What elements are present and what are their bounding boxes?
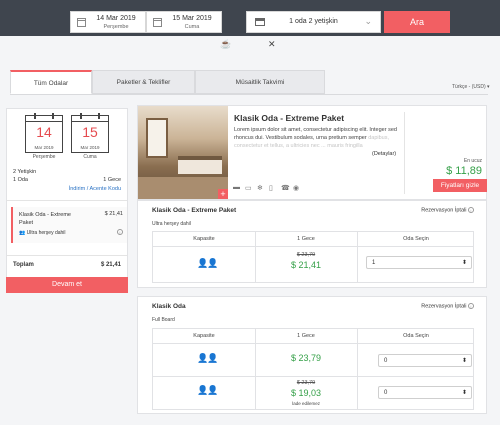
checkout-day-number: 15 xyxy=(82,124,98,140)
room-title: Klasik Oda - Extreme Paket xyxy=(152,207,237,214)
toolbar-icons: ☕ ✕ xyxy=(0,39,500,51)
selected-room-board: 👥 Ultra herşey dahil xyxy=(19,230,66,236)
no-pets-icon[interactable]: ✕ xyxy=(268,39,276,50)
checkin-weekday: Perşembe xyxy=(32,154,56,160)
plus-icon[interactable]: + xyxy=(218,189,228,199)
calendar-icon xyxy=(77,18,86,27)
checkin-month-year: Mar 2019 xyxy=(34,145,54,150)
rooms-guests-value: 1 oda 2 yetişkin xyxy=(289,18,338,25)
room-card-title: Klasik Oda - Extreme Paket xyxy=(234,113,345,123)
checkout-weekday: Cuma xyxy=(83,154,97,160)
tab-availability-calendar[interactable]: Müsaitlik Takvimi xyxy=(195,70,325,94)
from-label: En ucuz xyxy=(463,158,482,164)
breakfast-icon[interactable]: ☕ xyxy=(220,39,231,50)
capacity-icon: 👤👤 xyxy=(197,385,218,395)
checkin-date: 14 Mar 2019 xyxy=(96,15,136,22)
discount-code-link[interactable]: İndirim / Acente Kodu xyxy=(69,186,121,192)
room-quantity-select[interactable]: 0 ⬍ xyxy=(378,386,472,399)
room-option: Klasik Oda - Extreme Paket Ultra herşey … xyxy=(137,200,487,288)
details-link[interactable]: (Detaylar) xyxy=(372,151,396,157)
tab-bar: Tüm Odalar Paketler & Teklifler Müsaitli… xyxy=(10,70,325,94)
info-icon[interactable]: i xyxy=(117,229,123,235)
tab-packages[interactable]: Paketler & Teklifler xyxy=(92,70,195,94)
info-icon: i xyxy=(468,207,474,213)
room-card: + Klasik Oda - Extreme Paket Lorem ipsum… xyxy=(137,105,487,200)
tab-all-rooms[interactable]: Tüm Odalar xyxy=(10,70,92,94)
location-icon: ◉ xyxy=(293,185,300,192)
room-board: Full Board xyxy=(152,317,175,323)
from-price: $ 11,89 xyxy=(446,165,482,177)
cancellation-link[interactable]: Rezervasyon İptali i xyxy=(421,303,474,309)
checkin-day-number: 14 xyxy=(36,124,52,140)
checkout-day: Cuma xyxy=(184,24,200,30)
people-icon: 👥 xyxy=(19,230,26,236)
divider xyxy=(7,200,127,201)
price: $ 23,79 xyxy=(290,353,322,363)
language-currency-select[interactable]: Türkçe - (USD) ▾ xyxy=(452,84,490,90)
room-rate-table: Kapasite 1 Gece Oda Seçin 👤👤 $ 23,79 $ 2… xyxy=(152,231,474,283)
minibar-icon: ▯ xyxy=(269,185,273,192)
checkin-date-field[interactable]: 14 Mar 2019 Perşembe xyxy=(70,11,146,33)
phone-icon: ☎ xyxy=(281,185,290,192)
bed-icon: ▬ xyxy=(233,184,240,191)
column-header: Oda Seçin xyxy=(403,333,429,339)
old-price: $ 23,79 xyxy=(296,252,316,258)
table-header: Kapasite 1 Gece Oda Seçin xyxy=(153,232,473,247)
column-header: Kapasite xyxy=(193,236,215,242)
table-header: Kapasite 1 Gece Oda Seçin xyxy=(153,329,473,344)
continue-button[interactable]: Devam et xyxy=(6,277,128,293)
chevron-down-icon: ⬍ xyxy=(461,358,467,364)
search-button[interactable]: Ara xyxy=(384,11,450,33)
room-description: Lorem ipsum dolor sit amet, consectetur … xyxy=(234,127,397,149)
checkout-date: 15 Mar 2019 xyxy=(172,15,212,22)
room-title: Klasik Oda xyxy=(152,303,186,310)
nights-count: 1 Gece xyxy=(103,177,121,183)
non-refundable-note: İade edilemez xyxy=(291,401,321,406)
checkin-day: Perşembe xyxy=(103,24,129,30)
column-header: Oda Seçin xyxy=(403,236,429,242)
total-label: Toplam xyxy=(13,262,34,268)
adults-count: 2 Yetişkin xyxy=(13,169,37,175)
checkin-calendar: 14 Mar 2019 xyxy=(25,113,63,153)
rooms-guests-select[interactable]: 1 oda 2 yetişkin ⌄ xyxy=(246,11,381,33)
chevron-down-icon: ⬍ xyxy=(461,260,467,266)
ac-icon: ❄ xyxy=(257,185,263,192)
room-photo[interactable]: + xyxy=(138,106,228,199)
checkout-calendar: 15 Mar 2019 xyxy=(71,113,109,153)
rooms-count: 1 Oda xyxy=(13,177,28,183)
selected-room: Klasik Oda - Extreme Paket $ 21,41 👥 Ult… xyxy=(11,207,127,243)
chevron-down-icon: ⌄ xyxy=(364,16,372,26)
selected-room-name: Klasik Oda - Extreme Paket xyxy=(19,212,71,226)
bed-icon xyxy=(255,18,265,26)
room-quantity-select[interactable]: 0 ⬍ xyxy=(378,354,472,367)
room-board: Ultra herşey dahil xyxy=(152,221,191,227)
booking-summary: 14 Mar 2019 Perşembe 15 Mar 2019 Cuma 2 … xyxy=(6,108,128,291)
room-rate-table: Kapasite 1 Gece Oda Seçin 👤👤 $ 23,79 0 ⬍… xyxy=(152,328,474,410)
column-header: 1 Gece xyxy=(297,333,315,339)
hide-prices-button[interactable]: Fiyatları gizle xyxy=(433,179,487,192)
tv-icon: ▭ xyxy=(245,185,252,192)
tab-divider xyxy=(10,94,488,95)
divider xyxy=(404,112,405,194)
room-quantity-select[interactable]: 1 ⬍ xyxy=(366,256,472,269)
checkout-date-field[interactable]: 15 Mar 2019 Cuma xyxy=(146,11,222,33)
cancellation-link[interactable]: Rezervasyon İptali i xyxy=(421,207,474,213)
info-icon: i xyxy=(468,303,474,309)
column-header: 1 Gece xyxy=(297,236,315,242)
divider xyxy=(7,255,127,256)
price: $ 19,03 xyxy=(290,388,322,398)
calendar-icon xyxy=(153,18,162,27)
old-price: $ 23,79 xyxy=(296,380,316,386)
column-header: Kapasite xyxy=(193,333,215,339)
price: $ 21,41 xyxy=(290,260,322,270)
capacity-icon: 👤👤 xyxy=(197,353,218,363)
total-value: $ 21,41 xyxy=(100,262,121,268)
selected-room-price: $ 21,41 xyxy=(104,211,123,217)
chevron-down-icon: ⬍ xyxy=(461,390,467,396)
room-option: Klasik Oda Full Board Rezervasyon İptali… xyxy=(137,296,487,414)
capacity-icon: 👤👤 xyxy=(197,258,218,268)
checkout-month-year: Mar 2019 xyxy=(80,145,100,150)
